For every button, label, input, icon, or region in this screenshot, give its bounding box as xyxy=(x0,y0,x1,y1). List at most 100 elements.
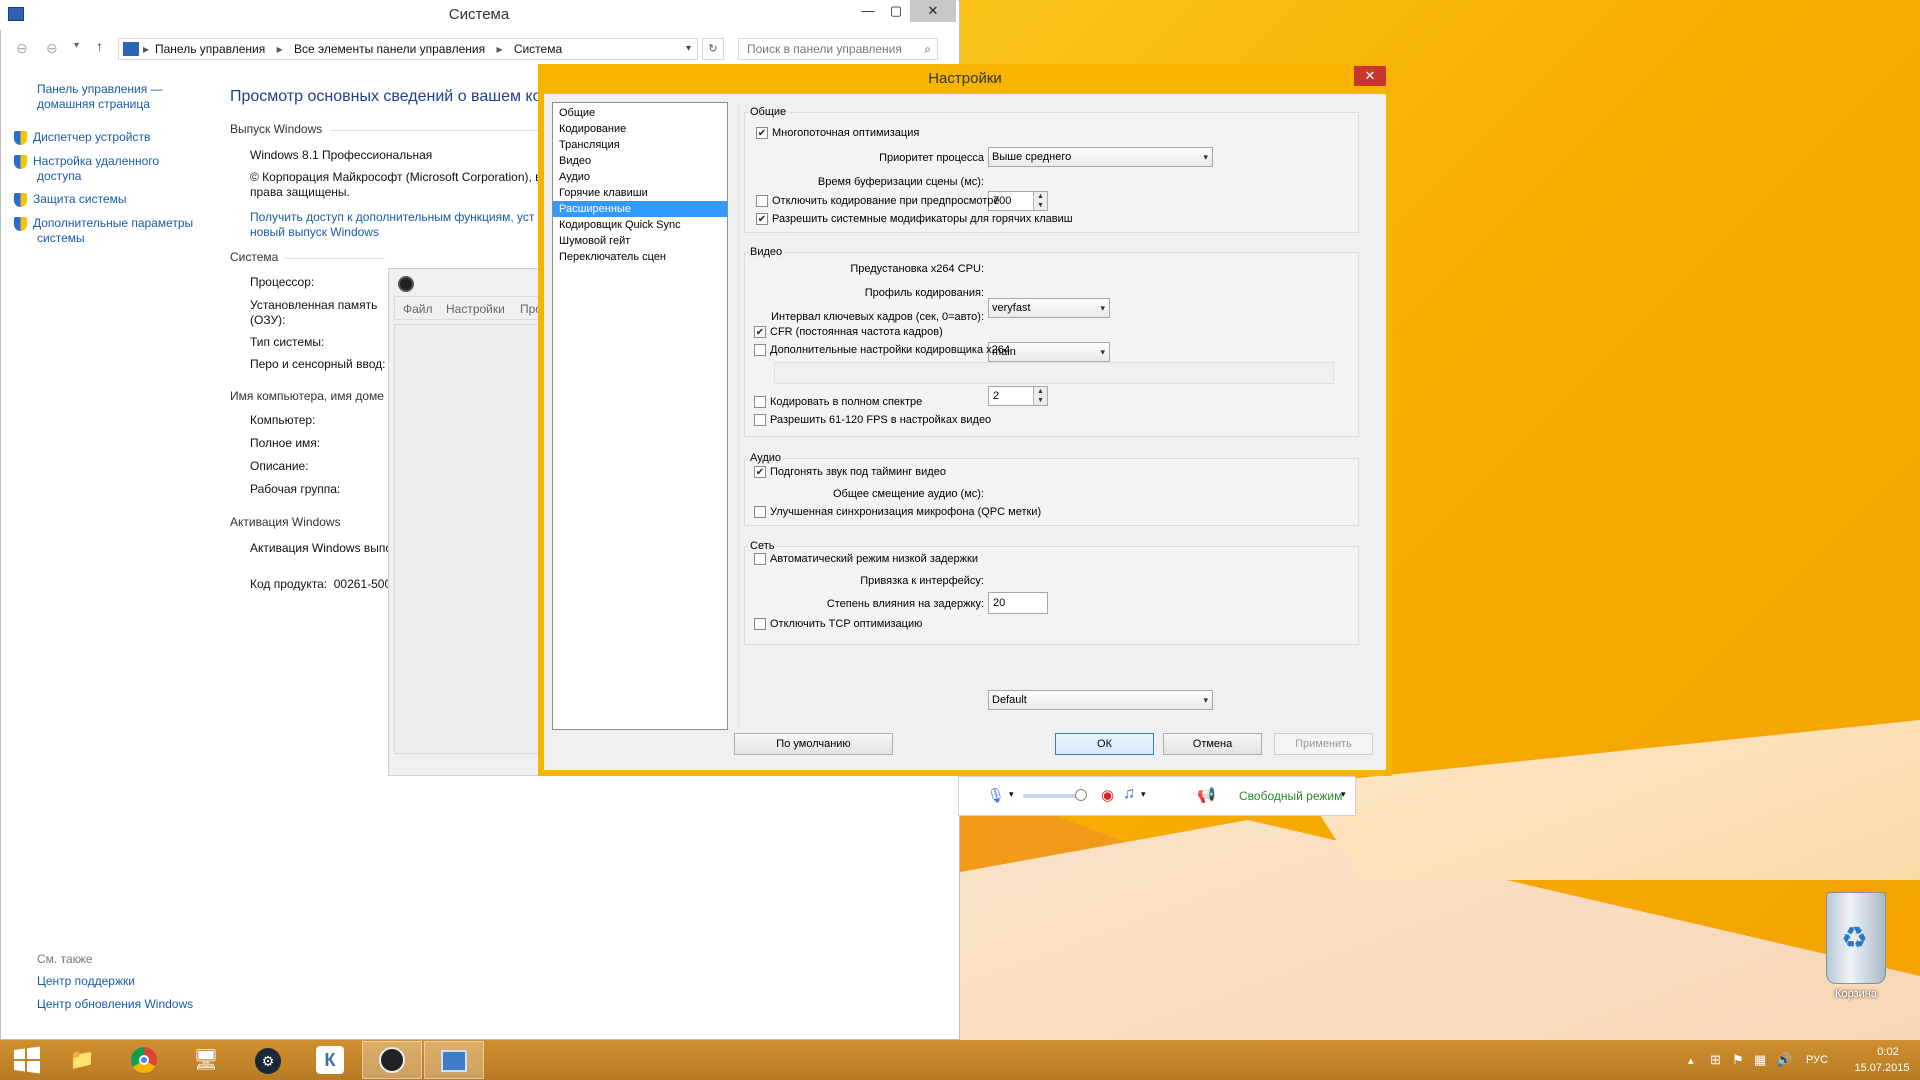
spinner-arrows-icon: ▲▼ xyxy=(1033,387,1047,405)
chevron-down-icon[interactable]: ▾ xyxy=(1009,789,1014,800)
apply-button[interactable]: Применить xyxy=(1274,733,1373,755)
nav-item-advanced[interactable]: Расширенные xyxy=(553,201,727,217)
sidebar-item-remote-access[interactable]: Настройка удаленного доступа xyxy=(14,154,159,184)
breadcrumb-item[interactable]: Система xyxy=(514,42,562,56)
allow-modifiers-checkbox[interactable]: ✔ Разрешить системные модификаторы для го… xyxy=(756,213,1073,226)
checkbox[interactable] xyxy=(754,618,766,631)
back-arrow-icon[interactable]: ⊖ xyxy=(16,40,28,57)
x264-extra-input[interactable] xyxy=(774,362,1334,384)
section-heading: Выпуск Windows xyxy=(230,122,323,136)
sidebar-item-system-protection[interactable]: Защита системы xyxy=(14,192,126,207)
speaker-icon[interactable]: 📢 xyxy=(1197,786,1216,804)
forward-arrow-icon[interactable]: ⊖ xyxy=(46,40,58,57)
control-panel-taskbar-icon[interactable] xyxy=(424,1041,484,1079)
up-arrow-icon[interactable]: ↑ xyxy=(96,38,103,54)
sidebar-item-advanced-settings[interactable]: Дополнительные параметры системы xyxy=(14,216,193,246)
nav-item-noise-gate[interactable]: Шумовой гейт xyxy=(553,233,727,249)
steam-icon[interactable]: ⚙ xyxy=(238,1041,298,1079)
nav-item-audio[interactable]: Аудио xyxy=(553,169,727,185)
volume-slider-handle[interactable] xyxy=(1075,789,1087,801)
checkbox[interactable]: ✔ xyxy=(754,466,766,479)
address-dropdown-icon[interactable]: ▾ xyxy=(686,39,691,59)
breadcrumb-item[interactable]: Панель управления xyxy=(155,42,265,56)
checkbox[interactable] xyxy=(754,414,766,427)
nav-item-broadcast[interactable]: Трансляция xyxy=(553,137,727,153)
breadcrumb-separator: ▸ xyxy=(276,42,283,56)
disable-tcp-checkbox[interactable]: Отключить TCP оптимизацию xyxy=(754,618,922,631)
checkbox[interactable] xyxy=(754,553,766,566)
x264-extra-checkbox[interactable]: Дополнительные настройки кодировщика x26… xyxy=(754,344,1010,357)
search-input[interactable]: Поиск в панели управления ⌕ xyxy=(738,38,938,60)
x264-preset-select[interactable]: veryfast ▾ xyxy=(988,298,1110,318)
nav-item-video[interactable]: Видео xyxy=(553,153,727,169)
ok-button[interactable]: ОК xyxy=(1055,733,1154,755)
vk-icon[interactable]: К xyxy=(300,1041,360,1079)
checkbox[interactable] xyxy=(754,344,766,357)
settings-close-button[interactable]: ✕ xyxy=(1354,66,1386,86)
defaults-button[interactable]: По умолчанию xyxy=(734,733,893,755)
action-center-icon[interactable]: ⚑ xyxy=(1732,1052,1744,1068)
keyframe-spinner[interactable]: 2 ▲ ▼ xyxy=(988,386,1048,406)
checkbox[interactable] xyxy=(754,396,766,409)
volume-icon[interactable]: 🔊 xyxy=(1776,1052,1792,1068)
checkbox[interactable] xyxy=(754,506,766,519)
obs-taskbar-icon[interactable] xyxy=(362,1041,422,1079)
chrome-icon[interactable] xyxy=(114,1041,174,1079)
recent-dropdown-icon[interactable]: ▾ xyxy=(74,40,79,51)
recycle-bin[interactable]: Корзина xyxy=(1812,892,1900,1000)
cfr-checkbox[interactable]: ✔ CFR (постоянная частота кадров) xyxy=(754,326,943,339)
close-button[interactable]: ✕ xyxy=(910,0,956,22)
file-explorer-icon[interactable]: 📁 xyxy=(52,1041,112,1079)
checkbox[interactable]: ✔ xyxy=(756,213,768,226)
mode-label[interactable]: Свободный режим xyxy=(1239,789,1342,803)
nav-item-hotkeys[interactable]: Горячие клавиши xyxy=(553,185,727,201)
chevron-down-icon[interactable]: ▾ xyxy=(1141,789,1146,800)
volume-slider[interactable] xyxy=(1023,789,1087,801)
clock-time[interactable]: 0:02 xyxy=(1864,1046,1912,1058)
menu-file[interactable]: Файл xyxy=(403,302,433,316)
clock-date[interactable]: 15.07.2015 xyxy=(1850,1062,1914,1074)
windows-flag-icon[interactable]: ⊞ xyxy=(1710,1052,1721,1068)
see-also-action-center[interactable]: Центр поддержки xyxy=(37,974,135,988)
mic-sync-checkbox[interactable]: Улучшенная синхронизация микрофона (QPC … xyxy=(754,506,1041,519)
breadcrumb-item[interactable]: Все элементы панели управления xyxy=(294,42,485,56)
cancel-button[interactable]: Отмена xyxy=(1163,733,1262,755)
full-range-checkbox[interactable]: Кодировать в полном спектре xyxy=(754,396,922,409)
latency-factor-input[interactable]: 20 xyxy=(988,592,1048,614)
address-bar[interactable]: ▸ Панель управления ▸ Все элементы панел… xyxy=(118,38,698,60)
see-also-windows-update[interactable]: Центр обновления Windows xyxy=(37,997,193,1011)
nav-item-general[interactable]: Общие xyxy=(553,105,727,121)
chevron-down-icon[interactable]: ▾ xyxy=(1341,789,1346,800)
get-more-features-link[interactable]: Получить доступ к дополнительным функция… xyxy=(250,210,534,240)
refresh-icon[interactable]: ↻ xyxy=(702,38,724,60)
nav-item-scene-switcher[interactable]: Переключатель сцен xyxy=(553,249,727,265)
sync-timing-checkbox[interactable]: ✔ Подгонять звук под тайминг видео xyxy=(754,466,946,479)
maximize-button[interactable]: ▢ xyxy=(880,0,912,22)
allow-high-fps-checkbox[interactable]: Разрешить 61-120 FPS в настройках видео xyxy=(754,414,991,427)
system-monitor-icon[interactable]: 🖥 xyxy=(176,1041,236,1079)
menu-settings[interactable]: Настройки xyxy=(446,302,505,316)
checkbox[interactable] xyxy=(756,195,768,208)
nav-item-encoding[interactable]: Кодирование xyxy=(553,121,727,137)
language-indicator[interactable]: РУС xyxy=(1806,1054,1828,1066)
mic-muted-icon[interactable]: 🎙 xyxy=(987,787,1005,804)
start-button[interactable] xyxy=(4,1044,50,1076)
music-note-icon[interactable]: ♫ xyxy=(1123,785,1135,803)
record-icon[interactable]: ◉ xyxy=(1101,786,1114,804)
checkbox[interactable]: ✔ xyxy=(754,326,766,339)
shield-icon xyxy=(14,130,27,145)
nav-item-quicksync[interactable]: Кодировщик Quick Sync xyxy=(553,217,727,233)
sidebar-item-device-manager[interactable]: Диспетчер устройств xyxy=(14,130,150,145)
bind-interface-select[interactable]: Default ▾ xyxy=(988,690,1213,710)
checkbox[interactable]: ✔ xyxy=(756,127,768,140)
memory-label: Установленная память (ОЗУ): xyxy=(250,298,378,327)
priority-select[interactable]: Выше среднего ▾ xyxy=(988,147,1213,167)
sidebar-home-link[interactable]: Панель управления — домашняя страница xyxy=(37,82,163,112)
multithread-checkbox[interactable]: ✔ Многопоточная оптимизация xyxy=(756,127,919,140)
settings-nav-list[interactable]: Общие Кодирование Трансляция Видео Аудио… xyxy=(552,102,728,730)
network-icon[interactable]: ▦ xyxy=(1754,1052,1766,1068)
low-latency-checkbox[interactable]: Автоматический режим низкой задержки xyxy=(754,553,978,566)
system-window-icon xyxy=(8,7,24,21)
show-hidden-icons-icon[interactable]: ▴ xyxy=(1688,1054,1694,1067)
disable-preview-encoding-checkbox[interactable]: Отключить кодирование при предпросмотре xyxy=(756,195,1000,208)
